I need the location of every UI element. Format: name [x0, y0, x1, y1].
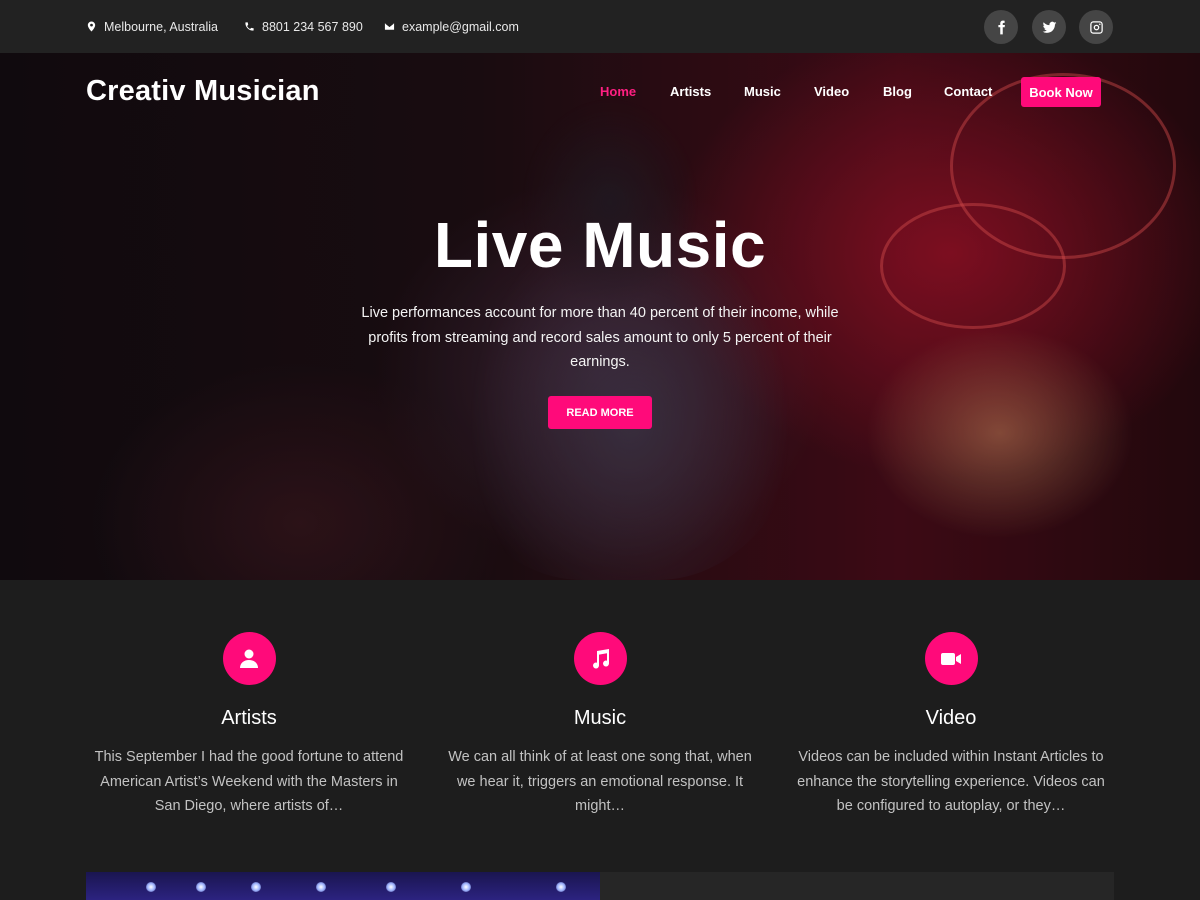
feature-text: This September I had the good fortune to… [94, 749, 404, 814]
hero-description: Live performances account for more than … [361, 305, 839, 370]
instagram-icon [1089, 20, 1103, 34]
read-more-button[interactable]: READ MORE [548, 396, 652, 429]
stage-light [556, 882, 566, 892]
feature-video: Video Videos can be included within Inst… [791, 632, 1111, 819]
feature-title[interactable]: Music [440, 707, 760, 730]
location-text: Melbourne, Australia [104, 19, 218, 34]
user-icon [240, 649, 258, 668]
twitter-button[interactable] [1032, 10, 1066, 44]
feature-icon-circle [924, 632, 978, 685]
feature-artists: Artists This September I had the good fo… [89, 632, 409, 819]
nav-blog[interactable]: Blog [883, 84, 912, 99]
nav-video[interactable]: Video [814, 84, 849, 99]
nav-contact[interactable]: Contact [944, 84, 992, 99]
envelope-icon [384, 23, 395, 30]
phone-icon [245, 22, 254, 31]
book-now-button[interactable]: Book Now [1021, 77, 1101, 107]
phone-text: 8801 234 567 890 [262, 19, 363, 34]
hero-title: Live Music [433, 209, 767, 281]
nav-music[interactable]: Music [744, 84, 781, 99]
stage-light [316, 882, 326, 892]
content-panel [600, 872, 1114, 900]
stage-light [251, 882, 261, 892]
instagram-button[interactable] [1079, 10, 1113, 44]
twitter-icon [1042, 21, 1056, 33]
stage-light [386, 882, 396, 892]
nav-home[interactable]: Home [600, 84, 636, 99]
feature-title[interactable]: Artists [89, 707, 409, 730]
email-text: example@gmail.com [402, 19, 519, 34]
feature-icon-circle [573, 632, 627, 685]
facebook-button[interactable] [984, 10, 1018, 44]
feature-music: Music We can all think of at least one s… [440, 632, 760, 819]
facebook-icon [997, 20, 1005, 34]
video-camera-icon [941, 652, 961, 665]
stage-light [146, 882, 156, 892]
concert-image [86, 872, 600, 900]
feature-icon-circle [222, 632, 276, 685]
map-pin-icon [87, 21, 96, 32]
nav-artists[interactable]: Artists [670, 84, 711, 99]
music-note-icon [593, 648, 610, 669]
site-logo[interactable]: Creativ Musician [86, 75, 320, 108]
email-info: example@gmail.com [384, 0, 519, 53]
feature-title[interactable]: Video [791, 707, 1111, 730]
location-info: Melbourne, Australia [86, 0, 218, 53]
top-bar: Melbourne, Australia 8801 234 567 890 ex… [0, 0, 1200, 53]
stage-light [196, 882, 206, 892]
feature-text: We can all think of at least one song th… [448, 749, 752, 814]
feature-text: Videos can be included within Instant Ar… [797, 749, 1105, 814]
stage-light [461, 882, 471, 892]
phone-info: 8801 234 567 890 [244, 0, 363, 53]
